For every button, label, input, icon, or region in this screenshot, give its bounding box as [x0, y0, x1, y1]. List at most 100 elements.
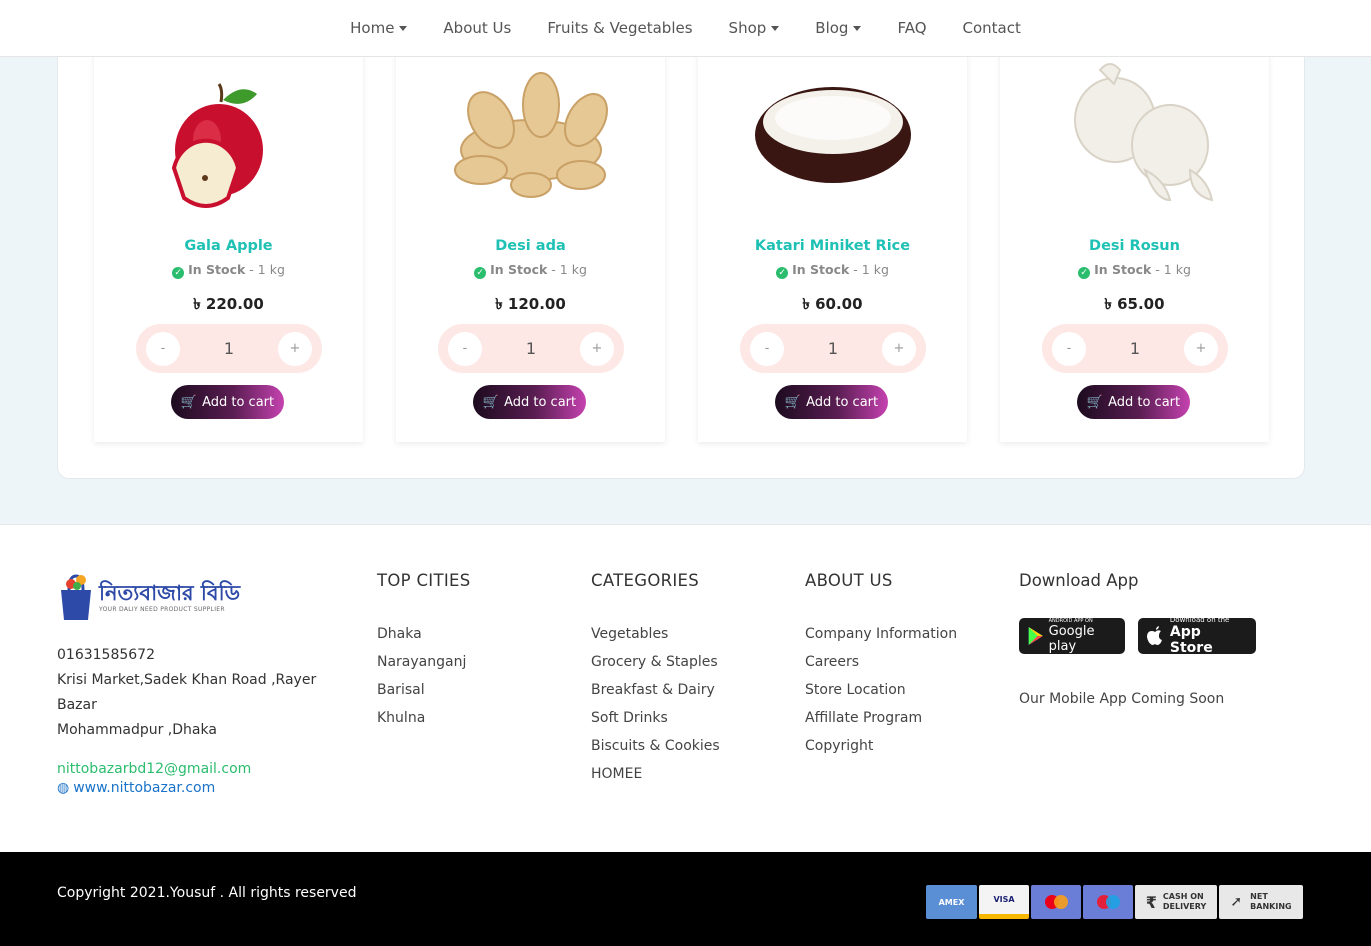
nav-about-us[interactable]: About Us: [443, 19, 511, 37]
nav-shop[interactable]: Shop: [729, 19, 780, 37]
section-heading: TOP CITIES: [377, 571, 471, 590]
maestro-card-icon: [1083, 885, 1133, 919]
nav-home[interactable]: Home: [350, 19, 408, 37]
garlic-image: [1074, 63, 1214, 202]
copyright-text: Copyright 2021.Yousuf . All rights reser…: [57, 885, 357, 901]
add-to-cart-button[interactable]: 🛒 Add to cart: [171, 385, 284, 419]
logo-text: নিত্যবাজার বিডি: [99, 580, 241, 605]
product-name[interactable]: Gala Apple: [94, 238, 363, 254]
city-link[interactable]: Narayanganj: [377, 648, 471, 676]
product-price: ৳ 220.00: [193, 295, 264, 313]
about-link[interactable]: Copyright: [805, 732, 957, 760]
increment-button[interactable]: +: [882, 331, 916, 366]
footer-categories: CATEGORIES Vegetables Grocery & Staples …: [591, 571, 720, 788]
mastercard-icon: [1031, 885, 1081, 919]
increment-button[interactable]: +: [278, 331, 312, 366]
quantity-value[interactable]: 1: [828, 339, 838, 358]
category-link[interactable]: Breakfast & Dairy: [591, 676, 720, 704]
stock-status: ✓ In Stock - 1 kg: [94, 262, 363, 279]
decrement-button[interactable]: -: [1052, 331, 1086, 366]
category-link[interactable]: Grocery & Staples: [591, 648, 720, 676]
check-circle-icon: ✓: [776, 267, 789, 279]
chevron-down-icon: [853, 25, 862, 31]
address-line: Mohammadpur ,Dhaka: [57, 722, 217, 738]
quantity-stepper: - 1 +: [740, 324, 926, 373]
section-heading: Download App: [1019, 571, 1139, 590]
add-to-cart-button[interactable]: 🛒 Add to cart: [775, 385, 888, 419]
apple-image: [171, 83, 263, 208]
cart-icon: 🛒: [482, 394, 500, 410]
add-to-cart-button[interactable]: 🛒 Add to cart: [473, 385, 586, 419]
top-navbar: Home About Us Fruits & Vegetables Shop B…: [0, 0, 1371, 57]
check-circle-icon: ✓: [474, 267, 487, 279]
section-heading: CATEGORIES: [591, 571, 700, 590]
cash-on-delivery-icon: ₹ CASH ON DELIVERY: [1135, 885, 1217, 919]
nav-faq[interactable]: FAQ: [897, 19, 926, 37]
quantity-value[interactable]: 1: [1130, 339, 1140, 358]
city-link[interactable]: Dhaka: [377, 620, 471, 648]
check-circle-icon: ✓: [172, 267, 185, 279]
stock-status: ✓ In Stock - 1 kg: [396, 262, 665, 279]
nav-contact[interactable]: Contact: [963, 19, 1021, 37]
stock-status: ✓ In Stock - 1 kg: [698, 262, 967, 279]
logo-tagline: YOUR DALIY NEED PRODUCT SUPPLIER: [99, 605, 225, 613]
product-name[interactable]: Katari Miniket Rice: [698, 238, 967, 254]
site-logo[interactable]: নিত্যবাজার বিডি YOUR DALIY NEED PRODUCT …: [57, 569, 317, 623]
increment-button[interactable]: +: [580, 331, 614, 366]
product-card: Desi ada ✓ In Stock - 1 kg ৳ 120.00 - 1 +…: [396, 50, 665, 442]
product-price: ৳ 60.00: [802, 295, 863, 313]
address-line: Bazar: [57, 697, 97, 713]
app-coming-soon-note: Our Mobile App Coming Soon: [1019, 691, 1225, 707]
decrement-button[interactable]: -: [448, 331, 482, 366]
quantity-stepper: - 1 +: [438, 324, 624, 373]
google-play-badge[interactable]: ANDROID APP ON Google play: [1019, 618, 1125, 654]
about-link[interactable]: Company Information: [805, 620, 957, 648]
chevron-down-icon: [771, 25, 780, 31]
footer: নিত্যবাজার বিডি YOUR DALIY NEED PRODUCT …: [0, 524, 1371, 852]
quantity-value[interactable]: 1: [224, 339, 234, 358]
footer-top-cities: TOP CITIES Dhaka Narayanganj Barisal Khu…: [377, 571, 471, 732]
net-banking-icon: ➚ NET BANKING: [1219, 885, 1303, 919]
city-link[interactable]: Khulna: [377, 704, 471, 732]
product-price: ৳ 65.00: [1104, 295, 1165, 313]
shopping-bag-icon: [61, 574, 91, 620]
about-link[interactable]: Store Location: [805, 676, 957, 704]
category-link[interactable]: Vegetables: [591, 620, 720, 648]
product-price: ৳ 120.00: [495, 295, 566, 313]
app-store-badge[interactable]: Download on the App Store: [1138, 616, 1256, 656]
chevron-down-icon: [399, 25, 408, 31]
nav-fruits-vegetables[interactable]: Fruits & Vegetables: [547, 19, 692, 37]
email-link[interactable]: nittobazarbd12@gmail.com: [57, 761, 317, 777]
bottom-bar: Copyright 2021.Yousuf . All rights reser…: [0, 852, 1371, 946]
apple-logo-icon: [1146, 626, 1162, 645]
ginger-image: [454, 72, 608, 198]
product-name[interactable]: Desi ada: [396, 238, 665, 254]
footer-about-us: ABOUT US Company Information Careers Sto…: [805, 571, 957, 760]
visa-card-icon: VISA: [979, 885, 1029, 919]
cart-icon: 🛒: [180, 394, 198, 410]
product-name[interactable]: Desi Rosun: [1000, 238, 1269, 254]
product-card: Desi Rosun ✓ In Stock - 1 kg ৳ 65.00 - 1 …: [1000, 50, 1269, 442]
footer-contact: নিত্যবাজার বিডি YOUR DALIY NEED PRODUCT …: [57, 569, 317, 796]
rice-image: [755, 87, 911, 183]
city-link[interactable]: Barisal: [377, 676, 471, 704]
play-store-icon: [1028, 627, 1043, 645]
website-link[interactable]: ◍ www.nittobazar.com: [57, 780, 317, 796]
phone-number: 01631585672: [57, 647, 155, 663]
quantity-value[interactable]: 1: [526, 339, 536, 358]
decrement-button[interactable]: -: [146, 331, 180, 366]
about-link[interactable]: Careers: [805, 648, 957, 676]
decrement-button[interactable]: -: [750, 331, 784, 366]
product-card: Gala Apple ✓ In Stock - 1 kg ৳ 220.00 - 1…: [94, 50, 363, 442]
increment-button[interactable]: +: [1184, 331, 1218, 366]
globe-icon: ◍: [57, 780, 70, 796]
address-line: Krisi Market,Sadek Khan Road ,Rayer: [57, 672, 317, 688]
about-link[interactable]: Affillate Program: [805, 704, 957, 732]
category-link[interactable]: Biscuits & Cookies: [591, 732, 720, 760]
quantity-stepper: - 1 +: [136, 324, 322, 373]
quantity-stepper: - 1 +: [1042, 324, 1228, 373]
add-to-cart-button[interactable]: 🛒 Add to cart: [1077, 385, 1190, 419]
category-link[interactable]: HOMEE: [591, 760, 720, 788]
nav-blog[interactable]: Blog: [815, 19, 862, 37]
category-link[interactable]: Soft Drinks: [591, 704, 720, 732]
